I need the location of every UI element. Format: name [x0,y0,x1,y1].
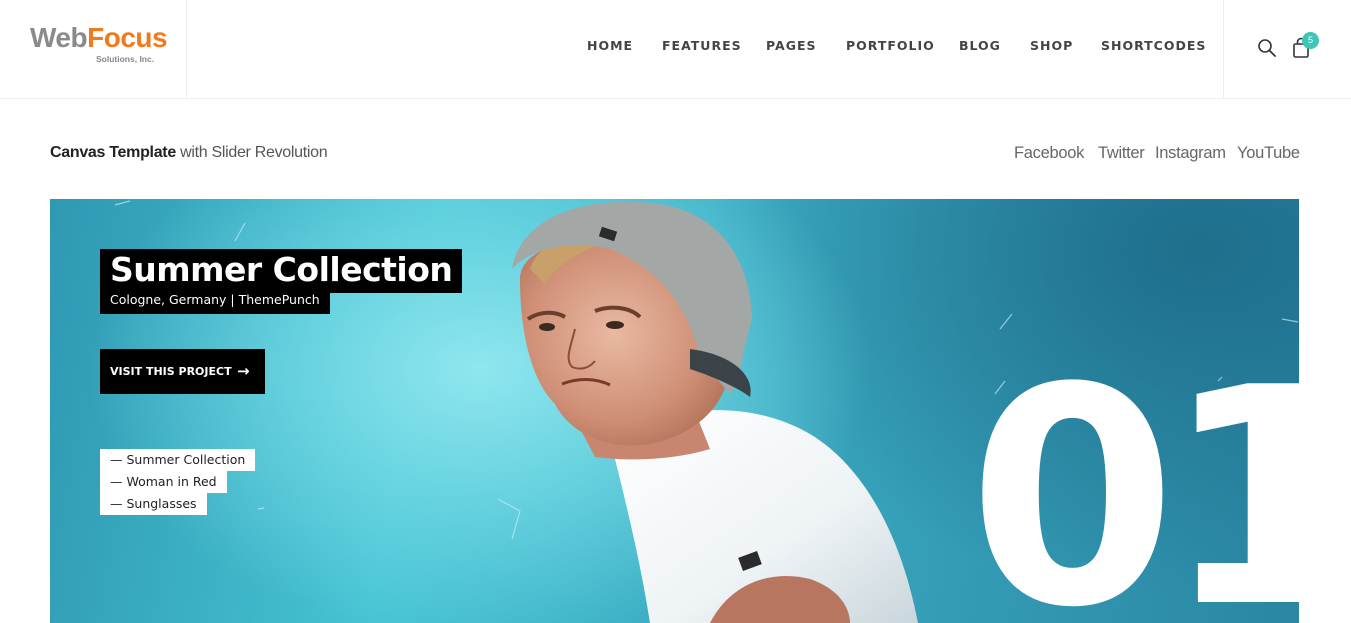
visit-project-label: VISIT THIS PROJECT [110,365,232,378]
nav-home[interactable]: HOME [587,38,633,53]
nav-portfolio[interactable]: PORTFOLIO [846,38,935,53]
logo-text-web: Web [30,22,88,53]
logo[interactable]: WebFocus Solutions, Inc. [30,22,168,64]
slide-link-sunglasses[interactable]: — Sunglasses [100,493,207,515]
subtitle-bold: Canvas Template [50,144,176,161]
header-divider [1223,0,1224,98]
social-facebook-link[interactable]: Facebook [1014,144,1084,163]
social-twitter-link[interactable]: Twitter [1098,144,1145,163]
arrow-right-icon: → [237,362,250,380]
hero-subtitle: Cologne, Germany | ThemePunch [100,291,330,314]
nav-features[interactable]: FEATURES [662,38,742,53]
visit-project-button[interactable]: VISIT THIS PROJECT → [100,349,265,394]
nav-pages[interactable]: PAGES [766,38,817,53]
nav-blog[interactable]: BLOG [959,38,1001,53]
cart-count-badge: 5 [1302,32,1319,49]
hero-title: Summer Collection [100,249,463,293]
logo-text-focus: Focus [87,22,168,53]
page-subtitle: Canvas Template with Slider Revolution [50,144,328,162]
site-header: WebFocus Solutions, Inc. HOME FEATURES P… [0,0,1351,99]
nav-shortcodes[interactable]: SHORTCODES [1101,38,1206,53]
search-icon[interactable] [1257,38,1277,58]
social-instagram-link[interactable]: Instagram [1155,144,1226,163]
logo-area: WebFocus Solutions, Inc. [0,0,187,98]
social-youtube-link[interactable]: YouTube [1237,144,1300,163]
nav-shop[interactable]: SHOP [1030,38,1073,53]
hero-slider[interactable]: 01 Summer Collection Cologne, Germany | … [50,199,1299,623]
slide-link-woman-in-red[interactable]: — Woman in Red [100,471,227,493]
logo-tagline: Solutions, Inc. [96,54,155,64]
slide-number: 01 [968,324,1299,623]
subtitle-rest: with Slider Revolution [175,144,328,161]
slide-link-summer-collection[interactable]: — Summer Collection [100,449,256,471]
